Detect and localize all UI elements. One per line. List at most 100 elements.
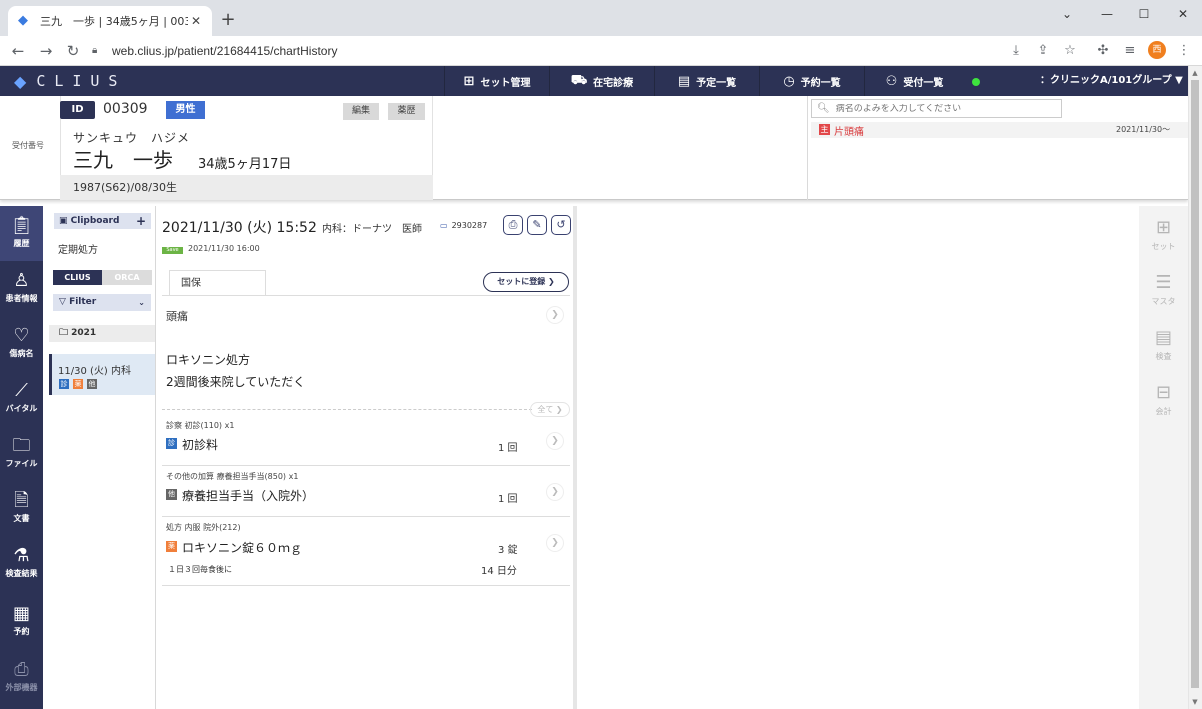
- tab-search-icon[interactable]: ⌄: [1048, 4, 1086, 24]
- tool-lab[interactable]: ▤ 検査: [1139, 327, 1188, 362]
- main-disease-badge: 主: [819, 124, 830, 135]
- save-time: 2021/11/30 16:00: [188, 244, 260, 253]
- online-status-indicator: [972, 78, 980, 86]
- sex-badge: 男性: [166, 101, 205, 119]
- filter-dropdown[interactable]: ▽ Filter ⌄: [53, 294, 151, 311]
- divider: [162, 409, 532, 410]
- chevron-right-icon[interactable]: ❯: [546, 483, 564, 501]
- tab-clius[interactable]: CLIUS: [53, 270, 102, 285]
- filter-icon: ▽: [59, 297, 70, 307]
- other-badge: 他: [166, 489, 177, 500]
- order-name: 療養担当手当（入院外）: [182, 489, 315, 503]
- clinic-selector[interactable]: ：クリニックA/101グループ ▼: [1040, 66, 1183, 96]
- leftnav-label: 患者情報: [5, 294, 38, 303]
- save-badge: Save: [162, 247, 183, 254]
- leftnav-label: 履歴: [13, 239, 30, 248]
- history-icon: 📋︎: [10, 215, 33, 236]
- year-group[interactable]: 🗀 2021: [49, 325, 155, 342]
- drug-badge: 薬: [73, 379, 83, 389]
- extensions-icon[interactable]: ✣: [1094, 42, 1112, 60]
- scrollbar-thumb[interactable]: [1191, 80, 1199, 688]
- clius-logo[interactable]: ◆ CLIUS: [14, 71, 126, 91]
- new-tab-button[interactable]: +: [218, 10, 238, 30]
- scroll-down-arrow[interactable]: ▼: [1190, 697, 1200, 707]
- tool-set[interactable]: ⊞ セット: [1139, 217, 1188, 252]
- folder-icon: 🗀: [12, 435, 31, 456]
- close-tab-icon[interactable]: ✕: [188, 13, 204, 29]
- nav-reception-list[interactable]: ⚇ 受付一覧: [864, 66, 964, 96]
- leftnav-label: 検査結果: [5, 569, 38, 578]
- set-management-icon: ⊞: [463, 73, 475, 89]
- clipboard-button[interactable]: ▣ Clipboard +: [54, 213, 151, 229]
- register-set-button[interactable]: セットに登録 ❯: [483, 272, 569, 292]
- tool-master[interactable]: ☰ マスタ: [1139, 272, 1188, 307]
- nav-appointment-list[interactable]: ◷ 予約一覧: [759, 66, 864, 96]
- master-list-icon: ☰: [1155, 272, 1172, 293]
- chevron-right-icon[interactable]: ❯: [546, 534, 564, 552]
- leftnav-file[interactable]: 🗀 ファイル: [0, 426, 43, 481]
- profile-avatar[interactable]: 西: [1148, 41, 1166, 59]
- omnibox[interactable]: 🔒︎ web.clius.jp/patient/21684415/chartHi…: [92, 40, 992, 62]
- tool-accounting[interactable]: ⊟ 会計: [1139, 382, 1188, 417]
- insurance-tab[interactable]: 国保: [169, 270, 266, 295]
- history-icon[interactable]: ↺: [551, 215, 571, 235]
- share-icon[interactable]: ⇪: [1034, 42, 1052, 60]
- nav-schedule-list[interactable]: ▤ 予定一覧: [654, 66, 759, 96]
- filter-label: Filter: [69, 297, 97, 307]
- order-quantity: 1 回: [498, 443, 518, 454]
- leftnav-history[interactable]: 📋︎ 履歴: [0, 206, 43, 261]
- add-icon[interactable]: +: [136, 213, 146, 229]
- edit-button[interactable]: 編集: [343, 103, 379, 120]
- leftnav-lab-result[interactable]: ⚗ 検査結果: [0, 536, 43, 591]
- chevron-down-icon: ⌄: [138, 298, 145, 307]
- leftnav-document[interactable]: 🗎 文書: [0, 481, 43, 536]
- tool-label: セット: [1151, 242, 1176, 251]
- tab-orca[interactable]: ORCA: [102, 270, 152, 285]
- nav-home-care[interactable]: ⛟ 在宅診療: [549, 66, 654, 96]
- install-app-icon[interactable]: ⤓: [1007, 42, 1025, 60]
- reload-button[interactable]: ↻: [63, 41, 83, 61]
- disease-search-box[interactable]: 🔍︎: [811, 99, 1062, 118]
- nav-label: 予約一覧: [800, 77, 841, 89]
- tool-label: 会計: [1155, 407, 1172, 416]
- forward-button[interactable]: →: [36, 41, 56, 61]
- divider: [162, 585, 570, 586]
- reading-list-icon[interactable]: ≡: [1121, 42, 1139, 60]
- leftnav-disease[interactable]: ♡ 傷病名: [0, 316, 43, 371]
- tab-title: 三九 一歩 | 34歳5ヶ月 | 00309 |: [40, 15, 188, 28]
- url-text: web.clius.jp/patient/21684415/chartHisto…: [112, 44, 338, 58]
- tool-label: マスタ: [1151, 297, 1176, 306]
- note-body: 2週間後来院していただく: [166, 375, 306, 389]
- show-all-button[interactable]: 全て ❯: [530, 402, 570, 417]
- leftnav-label: 予約: [13, 627, 30, 636]
- maximize-button[interactable]: ☐: [1125, 4, 1163, 24]
- drug-badge: 薬: [166, 541, 177, 552]
- leftnav-patient-info[interactable]: ♙ 患者情報: [0, 261, 43, 316]
- chevron-right-icon[interactable]: ❯: [546, 432, 564, 450]
- leftnav-vital[interactable]: ⟋ バイタル: [0, 371, 43, 426]
- scroll-up-arrow[interactable]: ▲: [1190, 68, 1200, 78]
- chevron-right-icon[interactable]: ❯: [546, 306, 564, 324]
- back-button[interactable]: ←: [8, 41, 28, 61]
- browser-tab[interactable]: ◆ 三九 一歩 | 34歳5ヶ月 | 00309 | ✕: [8, 6, 212, 36]
- leftnav-external-device[interactable]: ⎙ 外部機器: [0, 650, 43, 705]
- set-icon: ⊞: [1155, 217, 1172, 238]
- clius-logo-icon: ◆: [14, 71, 27, 91]
- regular-prescription-link[interactable]: 定期処方: [58, 241, 98, 256]
- clipboard-label: Clipboard: [70, 216, 120, 226]
- disease-search-input[interactable]: [835, 103, 1061, 114]
- close-window-button[interactable]: ✕: [1164, 4, 1202, 24]
- clipboard-icon: ▣: [59, 216, 71, 226]
- drug-history-button[interactable]: 薬歴: [388, 103, 425, 120]
- print-icon[interactable]: ⎙: [503, 215, 523, 235]
- disease-name: 片頭痛: [834, 127, 864, 138]
- bookmark-star-icon[interactable]: ☆: [1061, 42, 1079, 60]
- calendar-icon: ▦: [12, 603, 30, 624]
- edit-icon[interactable]: ✎: [527, 215, 547, 235]
- menu-icon[interactable]: ⋮: [1175, 42, 1193, 60]
- leftnav-appointment[interactable]: ▦ 予約: [0, 594, 43, 649]
- minimize-button[interactable]: —: [1088, 4, 1126, 24]
- reception-icon: ⚇: [885, 73, 898, 89]
- visit-label: 11/30 (火) 内科: [58, 366, 131, 377]
- nav-set-management[interactable]: ⊞ セット管理: [444, 66, 549, 96]
